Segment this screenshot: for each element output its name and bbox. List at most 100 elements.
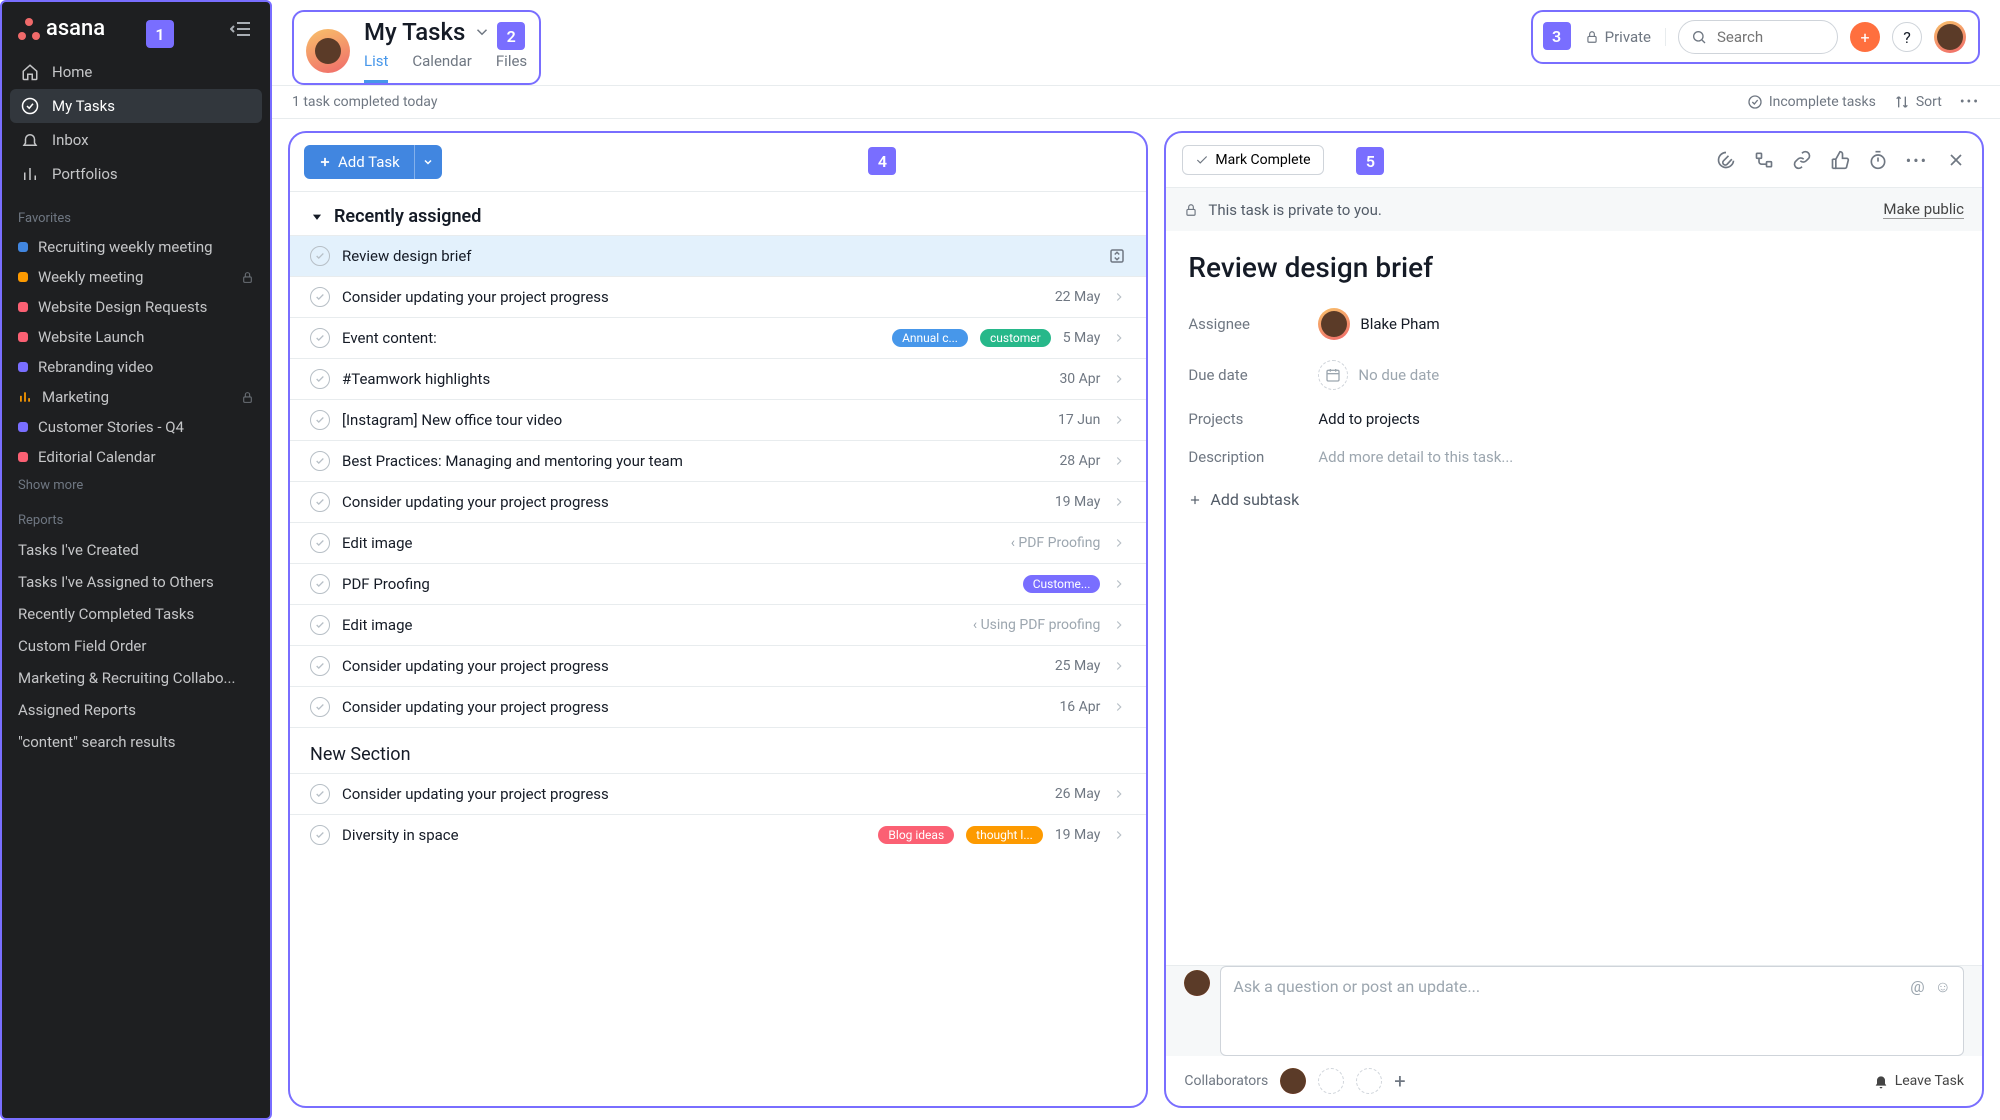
like-icon[interactable] [1830,150,1850,170]
report-item[interactable]: "content" search results [2,726,270,758]
privacy-toggle[interactable]: Private [1585,28,1666,46]
user-avatar[interactable] [306,29,350,73]
make-public-link[interactable]: Make public [1883,200,1964,219]
complete-toggle[interactable] [310,825,330,845]
complete-toggle[interactable] [310,410,330,430]
task-row[interactable]: Diversity in spaceBlog ideasthought l...… [290,814,1146,855]
favorite-item[interactable]: Customer Stories - Q4 [2,412,270,442]
task-row[interactable]: Consider updating your project progress1… [290,481,1146,522]
link-icon[interactable] [1792,150,1812,170]
add-collaborator[interactable] [1356,1068,1382,1094]
collapse-sidebar-icon[interactable] [230,17,254,41]
more-icon[interactable]: ••• [1960,94,1980,110]
tab-calendar[interactable]: Calendar [412,52,472,83]
section-new[interactable]: New Section [290,727,1146,773]
attachment-icon[interactable] [1716,150,1736,170]
search-field[interactable] [1715,27,1815,47]
help-button[interactable]: ? [1892,22,1922,52]
nav-inbox[interactable]: Inbox [10,123,262,157]
favorite-item[interactable]: Weekly meeting [2,262,270,292]
tag[interactable]: Blog ideas [878,826,954,844]
assignee-value[interactable]: Blake Pham [1318,308,1439,340]
task-row[interactable]: Consider updating your project progress2… [290,773,1146,814]
favorite-item[interactable]: Rebranding video [2,352,270,382]
report-item[interactable]: Marketing & Recruiting Collabo... [2,662,270,694]
complete-toggle[interactable] [310,287,330,307]
task-row[interactable]: Edit image‹ Using PDF proofing [290,604,1146,645]
subtask-icon[interactable] [1754,150,1774,170]
emoji-icon[interactable]: ☺ [1935,977,1951,1045]
task-row[interactable]: #Teamwork highlights30 Apr [290,358,1146,399]
report-item[interactable]: Recently Completed Tasks [2,598,270,630]
complete-toggle[interactable] [310,246,330,266]
add-subtask-button[interactable]: Add subtask [1166,476,1982,523]
projects-value[interactable]: Add to projects [1318,410,1419,428]
favorite-item[interactable]: Editorial Calendar [2,442,270,472]
tag[interactable]: Annual c... [892,329,968,347]
add-collaborator-plus[interactable]: + [1394,1069,1405,1093]
comment-input[interactable]: Ask a question or post an update... @ ☺ [1220,966,1964,1056]
add-collaborator[interactable] [1318,1068,1344,1094]
complete-toggle[interactable] [310,697,330,717]
tab-files[interactable]: Files [496,52,527,83]
nav-my-tasks[interactable]: My Tasks [10,89,262,123]
add-task-dropdown[interactable] [414,145,442,179]
section-recently-assigned[interactable]: Recently assigned [290,192,1146,235]
filter-incomplete[interactable]: Incomplete tasks [1747,94,1876,110]
nav-portfolios[interactable]: Portfolios [10,157,262,191]
mention-icon[interactable]: @ [1910,977,1924,1045]
task-row[interactable]: [Instagram] New office tour video17 Jun [290,399,1146,440]
favorite-item[interactable]: Website Design Requests [2,292,270,322]
chevron-right-icon [1112,413,1126,427]
complete-toggle[interactable] [310,784,330,804]
complete-toggle[interactable] [310,451,330,471]
collaborator-avatar[interactable] [1280,1068,1306,1094]
chevron-down-icon[interactable] [473,23,491,41]
complete-toggle[interactable] [310,533,330,553]
favorite-item[interactable]: Website Launch [2,322,270,352]
complete-toggle[interactable] [310,492,330,512]
task-row[interactable]: Edit image‹ PDF Proofing [290,522,1146,563]
description-value[interactable]: Add more detail to this task... [1318,448,1513,466]
due-date-value[interactable]: No due date [1318,360,1439,390]
leave-task-button[interactable]: Leave Task [1873,1073,1964,1089]
report-item[interactable]: Tasks I've Created [2,534,270,566]
tag[interactable]: customer [980,329,1051,347]
complete-toggle[interactable] [310,328,330,348]
report-item[interactable]: Assigned Reports [2,694,270,726]
profile-avatar[interactable] [1934,21,1966,53]
tag[interactable]: Custome... [1023,575,1101,593]
task-row[interactable]: Best Practices: Managing and mentoring y… [290,440,1146,481]
nav-home[interactable]: Home [10,55,262,89]
show-more-favorites[interactable]: Show more [2,472,270,499]
task-row[interactable]: Review design brief [290,235,1146,276]
favorite-item[interactable]: Recruiting weekly meeting [2,232,270,262]
timer-icon[interactable] [1868,150,1888,170]
more-icon[interactable]: ••• [1906,150,1928,170]
tab-list[interactable]: List [364,52,388,83]
collaborators-label: Collaborators [1184,1073,1268,1089]
move-icon[interactable] [1108,247,1126,265]
task-row[interactable]: Consider updating your project progress1… [290,686,1146,727]
complete-toggle[interactable] [310,574,330,594]
task-row[interactable]: PDF ProofingCustome... [290,563,1146,604]
complete-toggle[interactable] [310,369,330,389]
task-title[interactable]: Review design brief [1166,231,1982,298]
report-item[interactable]: Custom Field Order [2,630,270,662]
add-task-button[interactable]: Add Task [304,145,414,179]
complete-toggle[interactable] [310,656,330,676]
sort-button[interactable]: Sort [1894,94,1942,110]
task-row[interactable]: Event content:Annual c...customer5 May [290,317,1146,358]
mark-complete-button[interactable]: Mark Complete [1182,145,1323,175]
tag[interactable]: thought l... [966,826,1043,844]
quick-add-button[interactable]: + [1850,22,1880,52]
favorite-item[interactable]: Marketing [2,382,270,412]
close-icon[interactable] [1946,150,1966,170]
task-row[interactable]: Consider updating your project progress2… [290,645,1146,686]
bar-chart-icon [18,390,32,404]
report-item[interactable]: Tasks I've Assigned to Others [2,566,270,598]
search-input[interactable] [1678,20,1838,54]
complete-toggle[interactable] [310,615,330,635]
task-row[interactable]: Consider updating your project progress2… [290,276,1146,317]
brand-logo[interactable]: asana [18,16,105,41]
